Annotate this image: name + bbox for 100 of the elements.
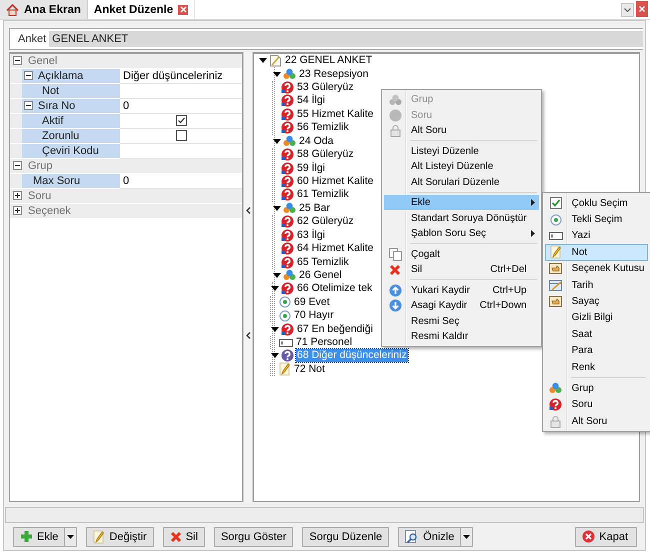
anket-field[interactable]: GENEL ANKET [49,30,643,47]
tree-item[interactable]: 23 Resepsiyon [298,68,370,81]
menu-item[interactable]: Yazi [544,228,648,244]
up-arrow-icon [388,284,402,297]
tab[interactable]: Ana Ekran [0,0,88,19]
menu-item[interactable]: Resmi Seç [384,313,539,329]
close-button[interactable]: Kapat [575,526,637,547]
menu-item[interactable]: Not [544,244,648,261]
property-label: Max Soru [33,174,80,187]
close-button[interactable] [636,1,648,17]
magnifier-icon [405,530,420,544]
menu-item[interactable]: Gizli Bilgi [544,310,648,326]
plus-box-icon[interactable] [13,206,22,216]
caret-icon[interactable] [270,326,278,332]
tree-item[interactable]: 67 En beğendiği [296,322,374,336]
tree-item[interactable]: 65 Temizlik [296,256,350,268]
menu-item[interactable]: Renk [544,358,648,376]
toolbar-button[interactable]: Sorgu Göster [214,526,294,547]
toolbar-button[interactable]: Önizle [398,526,462,547]
menu-item[interactable]: Çoklu Seçim [544,194,648,212]
menu-item[interactable]: Alt Listeyi Düzenle [384,158,539,174]
tree-item[interactable]: 66 Otelimize tek [296,282,374,296]
plus-icon [20,530,33,544]
toolbar-button[interactable]: Değiştir [86,526,154,547]
minus-box-icon[interactable] [24,101,33,110]
property-label: Açıklama [38,70,84,82]
toolbar-button[interactable]: Ekle [13,526,66,547]
menu-item[interactable]: Standart Soruya Dönüştür [384,210,539,226]
tree-item[interactable]: 53 Güleryüz [296,81,355,94]
tree-item[interactable]: 71 Personel [295,336,354,350]
menu-item[interactable]: Tarih [544,276,648,294]
menu-item[interactable]: Sil Ctrl+Del [384,262,539,278]
tree-item[interactable]: 25 Bar [298,202,331,215]
tree-item[interactable]: 63 İlgi [296,228,326,242]
question-icon [549,398,562,412]
padlock-icon [550,414,562,428]
caret-icon[interactable] [270,286,278,292]
calendar-icon [548,279,563,292]
property-label: Zorunlu [42,130,80,142]
tree-item[interactable]: 64 Hizmet Kalite [296,242,374,256]
menu-item[interactable]: Grup [544,380,648,397]
menu-item[interactable]: Ekle [384,194,539,210]
dropdown-button[interactable] [461,526,474,547]
caret-icon[interactable] [272,72,280,77]
menu-item[interactable]: Alt Soru [544,413,648,430]
menu-item[interactable]: Sayaç [544,293,648,310]
caret-icon[interactable] [272,138,280,144]
question-icon [281,215,294,228]
tree-item[interactable]: 22 GENEL ANKET [284,54,374,68]
question-icon [281,228,294,242]
tree-item[interactable]: 61 Temizlik [296,188,350,202]
menu-item[interactable]: Alt Sorulari Düzenle [384,174,539,190]
property-value[interactable]: 0 [123,174,130,187]
tree-item[interactable]: 62 Güleryüz [296,215,355,228]
bubbles-icon [388,94,402,106]
tree-item[interactable]: 72 Not [293,362,326,376]
checked-checkbox-icon[interactable] [176,115,186,126]
tree-item[interactable]: 60 Hizmet Kalite [296,174,374,188]
menu-item[interactable]: Alt Soru [384,122,539,138]
caret-icon[interactable] [270,353,278,358]
tree-item[interactable]: 69 Evet [293,296,331,309]
minus-box-icon[interactable] [24,71,33,80]
menu-item[interactable]: Listeyi Düzenle [384,143,539,159]
plus-box-icon[interactable] [13,191,22,200]
tree-item[interactable]: 26 Genel [298,268,343,282]
caret-icon[interactable] [258,58,266,64]
tree-item[interactable]: 24 Oda [298,134,334,148]
menu-item[interactable]: Saat [544,326,648,342]
tree-item[interactable]: 70 Hayır [293,309,335,322]
minus-box-icon[interactable] [13,161,22,170]
menu-item[interactable]: Çogalt [384,246,539,262]
value-field[interactable] [120,84,242,99]
menu-item[interactable]: Asagi Kaydir Ctrl+Down [384,298,539,314]
tree-item[interactable]: 59 İlgi [296,162,326,175]
tree-item[interactable]: 55 Hizmet Kalite [296,108,374,121]
value-field[interactable] [120,144,242,159]
tab-list-button[interactable] [621,3,634,17]
text-field-icon [279,338,293,348]
bubbles-icon [283,68,296,80]
checkbox-icon[interactable] [176,130,186,142]
dropdown-button[interactable] [65,526,78,547]
menu-item[interactable]: Resmi Kaldır [384,328,539,344]
tree-item[interactable]: 54 İlgi [296,94,326,108]
menu-item[interactable]: Soru [544,396,648,414]
submenu-arrow-icon [530,230,535,238]
tree-item[interactable]: 58 Güleryüz [296,148,355,162]
field-label: Anket [18,32,46,45]
property-value[interactable]: 0 [123,100,130,112]
close-tab-button[interactable] [178,4,188,14]
menu-item[interactable]: Para [544,342,648,359]
menu-item[interactable]: Yukari Kaydir Ctrl+Up [384,282,539,298]
menu-item[interactable]: Seçenek Kutusu [544,260,648,277]
menu-item[interactable]: Şablon Soru Seç [384,226,539,242]
caret-icon[interactable] [272,272,280,278]
menu-item[interactable]: Tekli Seçim [544,211,648,228]
tree-item[interactable]: 56 Temizlik [296,121,350,134]
minus-box-icon[interactable] [13,56,22,66]
toolbar-button[interactable]: Sorgu Düzenle [302,526,390,547]
toolbar-button[interactable]: Sil [162,526,205,547]
caret-icon[interactable] [272,206,280,211]
